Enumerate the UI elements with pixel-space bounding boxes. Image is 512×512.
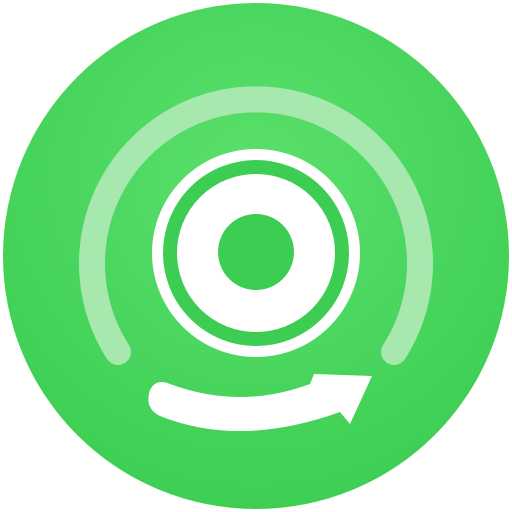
disc-hub — [218, 214, 294, 290]
app-icon — [0, 0, 512, 512]
music-disc-convert-icon — [3, 3, 509, 509]
